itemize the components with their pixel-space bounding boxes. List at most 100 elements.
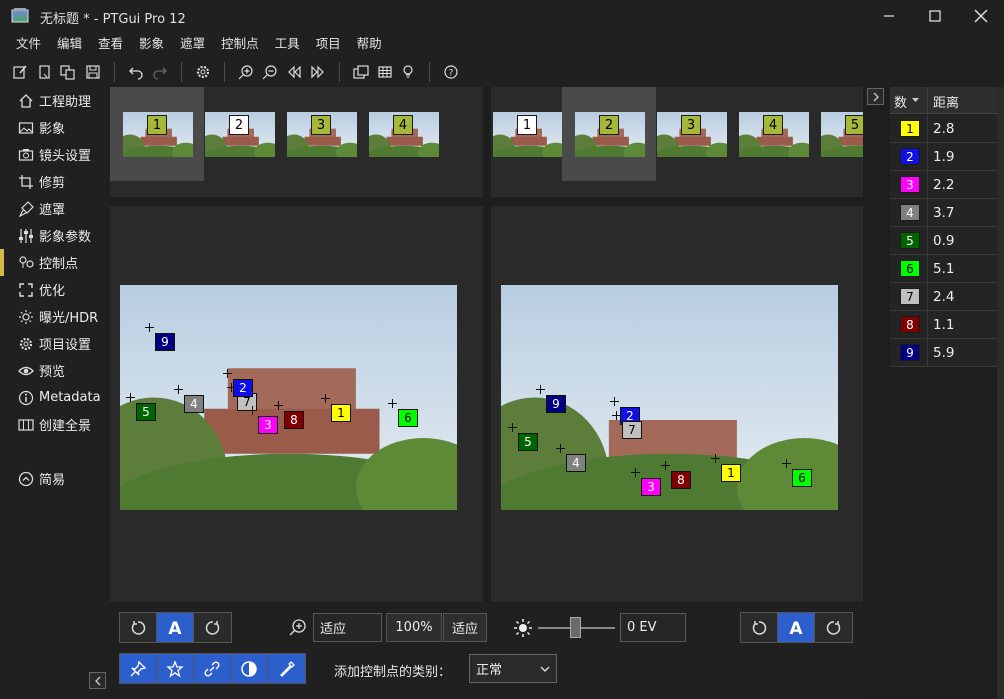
table-row[interactable]: 5 0.9 xyxy=(890,227,998,255)
right-control-point-3[interactable]: 3 xyxy=(641,478,661,496)
control-point-marker[interactable] xyxy=(556,444,565,453)
sidebar-item-info[interactable]: Metadata xyxy=(0,384,110,411)
right-photo[interactable]: 927543816 xyxy=(501,285,838,510)
menu-control-points[interactable]: 控制点 xyxy=(213,33,267,55)
control-point-marker[interactable] xyxy=(321,394,330,403)
menu-tools[interactable]: 工具 xyxy=(267,33,308,55)
control-point-marker[interactable] xyxy=(610,397,619,406)
control-point-marker[interactable] xyxy=(145,323,154,332)
right-control-point-5[interactable]: 5 xyxy=(518,433,538,451)
control-point-marker[interactable] xyxy=(388,399,397,408)
sidebar-item-mask-brush[interactable]: 遮罩 xyxy=(0,195,110,222)
sidebar-item-eye[interactable]: 预览 xyxy=(0,357,110,384)
control-point-marker[interactable] xyxy=(248,406,257,415)
table-row[interactable]: 3 2.2 xyxy=(890,171,998,199)
left-thumbnail-3[interactable]: 3 xyxy=(274,87,368,181)
menu-view[interactable]: 查看 xyxy=(90,33,131,55)
table-row[interactable]: 2 1.9 xyxy=(890,143,998,171)
previous-icon[interactable] xyxy=(283,61,305,83)
zoom-fit-button[interactable]: 适应 xyxy=(443,613,487,642)
sidebar-item-panorama[interactable]: 创建全景 xyxy=(0,411,110,438)
contrast-tool-button[interactable] xyxy=(231,654,268,683)
right-control-point-4[interactable]: 4 xyxy=(566,454,586,472)
collapse-sidebar-button[interactable] xyxy=(89,672,106,689)
right-thumbnail-4[interactable]: 4 xyxy=(726,87,820,181)
table-row[interactable]: 1 2.8 xyxy=(890,115,998,143)
exposure-slider-handle[interactable] xyxy=(570,617,581,638)
table-row[interactable]: 4 3.7 xyxy=(890,199,998,227)
maximize-button[interactable] xyxy=(912,0,958,32)
left-control-point-6[interactable]: 6 xyxy=(398,409,418,427)
left-thumbnail-2[interactable]: 2 xyxy=(192,87,286,181)
sidebar-item-crop[interactable]: 修剪 xyxy=(0,168,110,195)
right-control-point-8[interactable]: 8 xyxy=(671,471,691,489)
control-point-marker[interactable] xyxy=(126,393,135,402)
right-image-viewer[interactable]: 927543816 xyxy=(491,206,863,602)
control-point-marker[interactable] xyxy=(223,369,232,378)
control-point-marker[interactable] xyxy=(274,401,283,410)
col-number-header[interactable]: 数 xyxy=(894,92,907,111)
new-project-icon[interactable] xyxy=(9,61,31,83)
zoom-out-icon[interactable] xyxy=(259,61,281,83)
control-point-marker[interactable] xyxy=(661,461,670,470)
left-thumbnail-4[interactable]: 4 xyxy=(356,87,450,181)
link-tool-button[interactable] xyxy=(194,654,231,683)
left-image-viewer[interactable]: 947258316 xyxy=(110,206,483,602)
add-images-icon[interactable] xyxy=(57,61,79,83)
close-button[interactable] xyxy=(958,0,1004,32)
auto-align-button[interactable]: A xyxy=(157,613,194,642)
menu-mask[interactable]: 遮罩 xyxy=(172,33,213,55)
scrollbar[interactable] xyxy=(997,87,1004,699)
zoom-in-icon[interactable] xyxy=(235,61,257,83)
eyedropper-tool-button[interactable] xyxy=(268,654,305,683)
sidebar-item-camera[interactable]: 镜头设置 xyxy=(0,141,110,168)
left-control-point-3[interactable]: 3 xyxy=(258,416,278,434)
right-control-point-7[interactable]: 7 xyxy=(622,421,642,439)
pin-tool-button[interactable] xyxy=(120,654,157,683)
control-point-marker[interactable] xyxy=(782,459,791,468)
rotate-left-button[interactable] xyxy=(120,613,157,642)
col-distance-header[interactable]: 距离 xyxy=(933,92,959,111)
right-thumbnail-3[interactable]: 3 xyxy=(644,87,738,181)
control-point-marker[interactable] xyxy=(174,385,183,394)
rotate-right-button[interactable] xyxy=(815,613,852,642)
menu-help[interactable]: 帮助 xyxy=(349,33,390,55)
sidebar-item-sliders[interactable]: 影象参数 xyxy=(0,222,110,249)
expand-panel-button[interactable] xyxy=(867,88,884,105)
minimize-button[interactable] xyxy=(866,0,912,32)
table-row[interactable]: 8 1.1 xyxy=(890,311,998,339)
table-row[interactable]: 6 5.1 xyxy=(890,255,998,283)
redo-icon[interactable] xyxy=(149,61,171,83)
panorama-editor-icon[interactable] xyxy=(350,61,372,83)
menu-edit[interactable]: 编辑 xyxy=(49,33,90,55)
control-point-marker[interactable] xyxy=(536,385,545,394)
star-tool-button[interactable] xyxy=(157,654,194,683)
left-control-point-4[interactable]: 4 xyxy=(184,395,204,413)
zoom-input[interactable]: 适应 xyxy=(313,613,382,642)
rotate-left-button[interactable] xyxy=(741,613,778,642)
left-control-point-1[interactable]: 1 xyxy=(331,404,351,422)
open-project-icon[interactable] xyxy=(34,61,56,83)
right-thumbnail-5[interactable]: 5 xyxy=(808,87,863,181)
table-row[interactable]: 7 2.4 xyxy=(890,283,998,311)
menu-project[interactable]: 项目 xyxy=(308,33,349,55)
save-icon[interactable] xyxy=(82,61,104,83)
exposure-ev-input[interactable]: 0 EV xyxy=(620,613,686,642)
sidebar-item-gear[interactable]: 项目设置 xyxy=(0,330,110,357)
left-photo[interactable]: 947258316 xyxy=(120,285,457,510)
right-control-point-6[interactable]: 6 xyxy=(792,469,812,487)
right-control-point-9[interactable]: 9 xyxy=(546,395,566,413)
sidebar-item-home[interactable]: 工程助理 xyxy=(0,87,110,114)
right-control-point-1[interactable]: 1 xyxy=(721,464,741,482)
left-control-point-8[interactable]: 8 xyxy=(284,411,304,429)
control-point-table-icon[interactable] xyxy=(374,61,396,83)
control-point-marker[interactable] xyxy=(508,423,517,432)
left-control-point-2[interactable]: 2 xyxy=(233,379,253,397)
control-point-marker[interactable] xyxy=(711,454,720,463)
sidebar-item-optimize[interactable]: 优化 xyxy=(0,276,110,303)
left-control-point-9[interactable]: 9 xyxy=(155,333,175,351)
right-thumbnail-2[interactable]: 2 xyxy=(562,87,656,181)
left-control-point-5[interactable]: 5 xyxy=(136,403,156,421)
control-point-marker[interactable] xyxy=(631,468,640,477)
sidebar-item-image[interactable]: 影象 xyxy=(0,114,110,141)
